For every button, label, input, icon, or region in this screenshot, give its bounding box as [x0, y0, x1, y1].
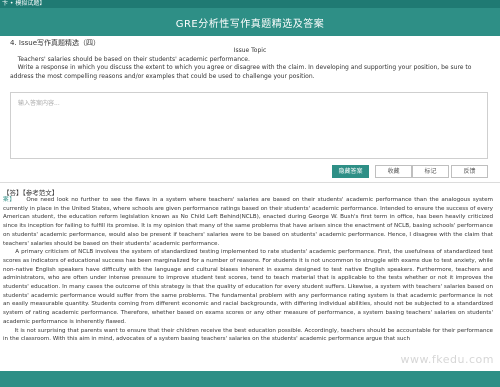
window-tab-bar: 卞 • 模拟试题】: [0, 0, 500, 8]
question-prompt: Issue Topic Teachers' salaries should be…: [10, 47, 490, 81]
essay-paragraph-2: A primary criticism of NCLB involves the…: [3, 249, 494, 325]
bottom-bar: [0, 371, 500, 387]
section-divider: [0, 182, 500, 183]
window-tab-label[interactable]: 卞 • 模拟试题】: [2, 0, 45, 8]
mark-button[interactable]: 标记: [412, 165, 449, 178]
answer-input-container: [10, 92, 488, 159]
reference-essay: 案】 One need look no further to see the f…: [3, 196, 493, 344]
feedback-button[interactable]: 反馈: [451, 165, 488, 178]
topic-heading: Issue Topic: [233, 47, 267, 54]
essay-paragraph-1: 案】 One need look no further to see the f…: [3, 197, 493, 247]
answer-input[interactable]: [11, 93, 487, 158]
answer-side-mark: 案】: [3, 197, 16, 203]
hide-answer-button[interactable]: 隐藏答案: [332, 165, 369, 178]
action-buttons: 隐藏答案 收藏 标记 反馈: [0, 165, 500, 178]
claim-text: Teachers' salaries should be based on th…: [17, 55, 250, 63]
favorite-button[interactable]: 收藏: [375, 165, 412, 178]
header-bar: GRE分析性写作真题精选及答案: [0, 8, 500, 36]
instructions-text: Write a response in which you discuss th…: [10, 64, 472, 80]
page-title: GRE分析性写作真题精选及答案: [175, 19, 325, 30]
watermark: www.fkedu.com: [400, 353, 494, 366]
essay-paragraph-3: It is not surprising that parents want t…: [3, 327, 494, 343]
